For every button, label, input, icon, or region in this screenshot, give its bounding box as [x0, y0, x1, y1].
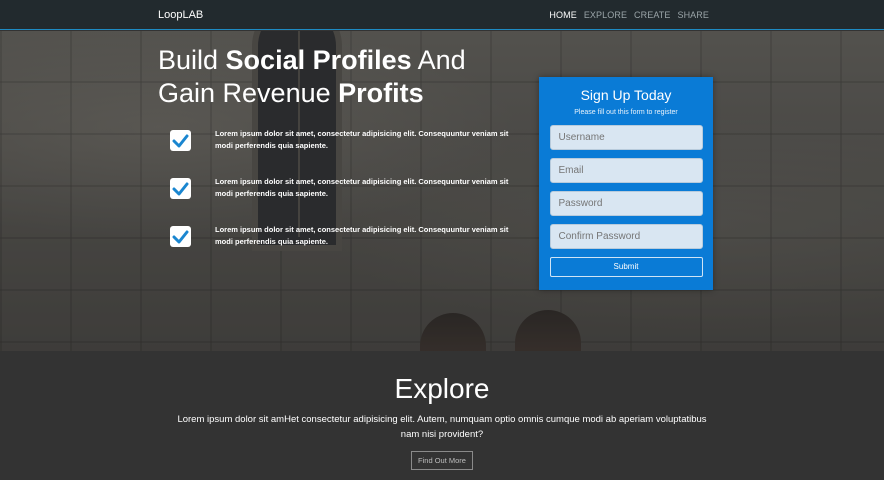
- explore-section: Explore Lorem ipsum dolor sit amHet cons…: [0, 351, 884, 480]
- feature-text: Lorem ipsum dolor sit amet, consectetur …: [215, 225, 509, 246]
- feature-text: Lorem ipsum dolor sit amet, consectetur …: [215, 177, 509, 198]
- checkmark-icon: [170, 178, 191, 199]
- feature-list: Lorem ipsum dolor sit amet, consectetur …: [170, 128, 510, 272]
- username-field[interactable]: [549, 125, 703, 150]
- headline-emphasis: Profits: [338, 78, 424, 108]
- feature-item: Lorem ipsum dolor sit amet, consectetur …: [170, 176, 510, 224]
- headline-emphasis: Social Profiles: [225, 45, 412, 75]
- nav-item-home[interactable]: HOME: [549, 10, 576, 20]
- hero-headline: Build Social Profiles And Gain Revenue P…: [158, 45, 466, 108]
- nav-menu: HOME EXPLORE CREATE SHARE: [549, 10, 709, 20]
- feature-item: Lorem ipsum dolor sit amet, consectetur …: [170, 224, 510, 272]
- signup-title: Sign Up Today: [580, 87, 672, 103]
- submit-button[interactable]: Submit: [549, 257, 703, 277]
- signup-form: Sign Up Today Please fill out this form …: [539, 77, 713, 290]
- checkmark-icon: [170, 130, 191, 151]
- checkmark-icon: [170, 226, 191, 247]
- navbar: LoopLAB HOME EXPLORE CREATE SHARE: [0, 0, 884, 30]
- find-out-more-button[interactable]: Find Out More: [411, 451, 473, 470]
- nav-item-share[interactable]: SHARE: [677, 10, 709, 20]
- email-field[interactable]: [549, 158, 703, 183]
- confirm-password-field[interactable]: [549, 224, 703, 249]
- nav-item-create[interactable]: CREATE: [634, 10, 670, 20]
- explore-title: Explore: [394, 373, 490, 404]
- brand-logo[interactable]: LoopLAB: [158, 9, 203, 21]
- signup-subtitle: Please fill out this form to register: [574, 109, 678, 116]
- feature-item: Lorem ipsum dolor sit amet, consectetur …: [170, 128, 510, 176]
- feature-text: Lorem ipsum dolor sit amet, consectetur …: [215, 129, 509, 150]
- explore-text: Lorem ipsum dolor sit amHet consectetur …: [177, 414, 707, 440]
- nav-item-explore[interactable]: EXPLORE: [584, 10, 627, 20]
- password-field[interactable]: [549, 191, 703, 216]
